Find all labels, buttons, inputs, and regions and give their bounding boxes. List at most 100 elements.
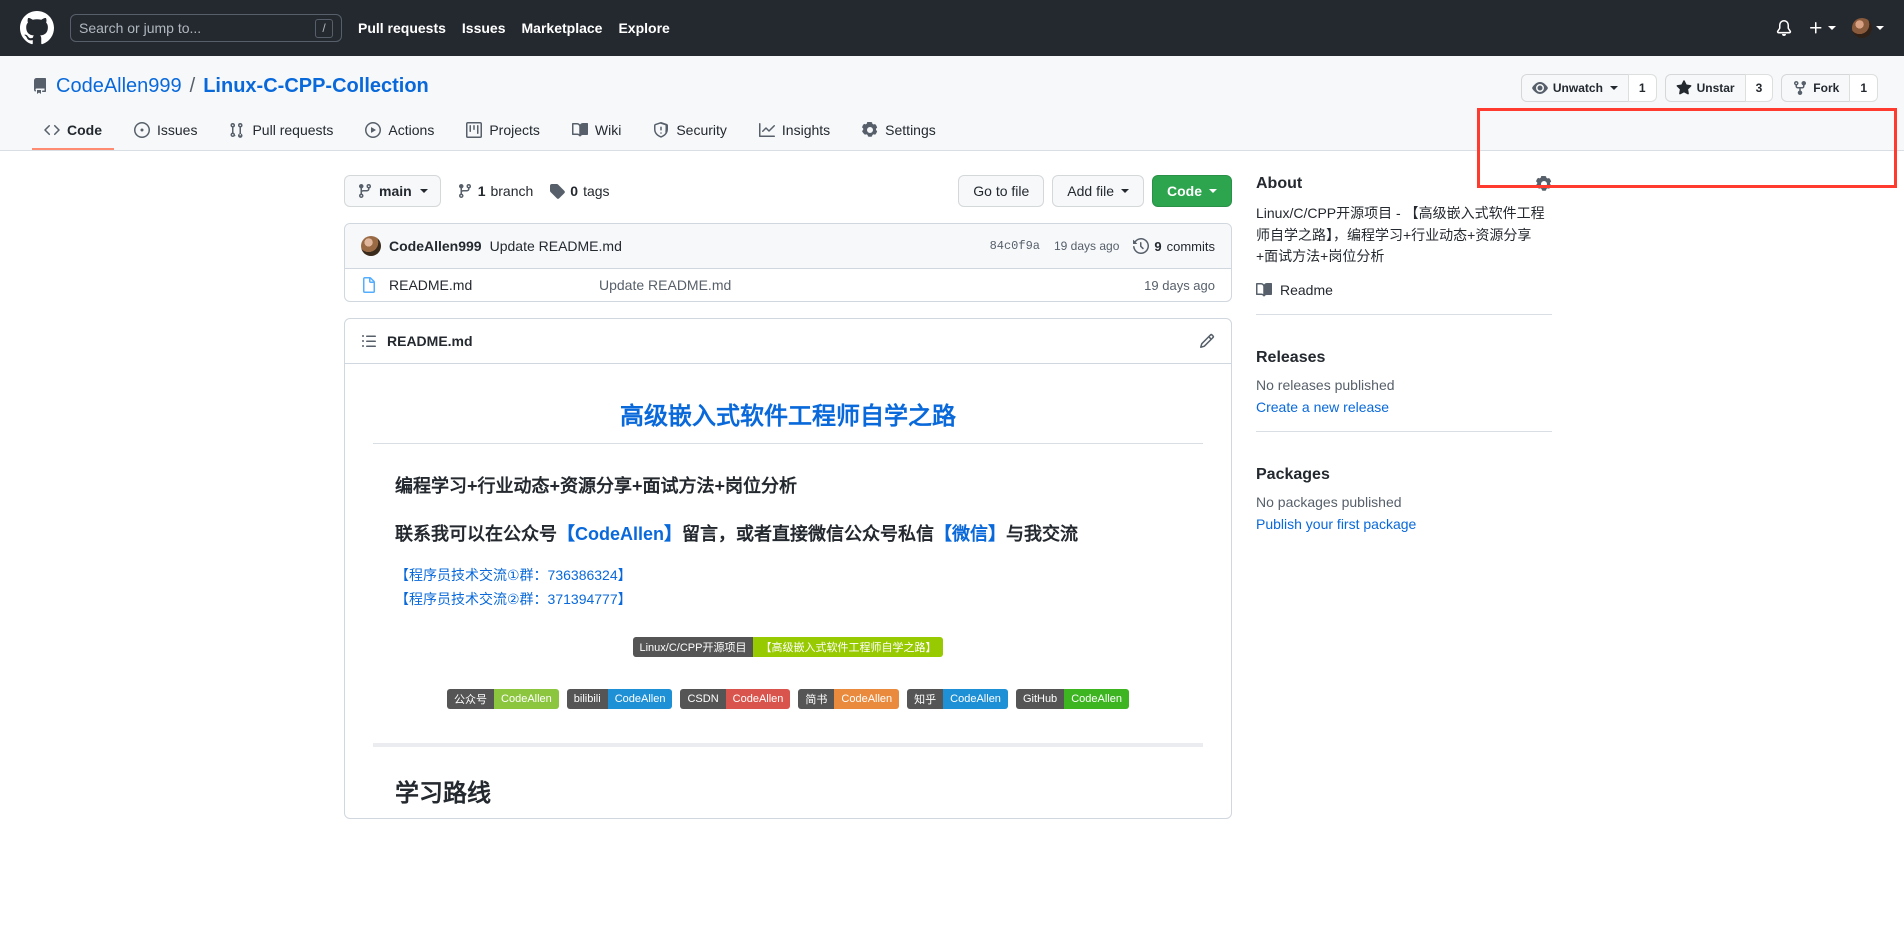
nav-explore[interactable]: Explore [618,20,669,36]
chevron-down-icon [1209,189,1217,193]
repo-owner-link[interactable]: CodeAllen999 [56,75,182,98]
unwatch-button[interactable]: Unwatch [1520,74,1628,102]
fork-button[interactable]: Fork [1781,74,1850,102]
branch-word: branch [490,183,534,199]
repo-name-link[interactable]: Linux-C-CPP-Collection [203,75,429,98]
repo-tabs: Code Issues Pull requests Actions Projec… [32,114,1872,150]
badge-value: CodeAllen [834,688,900,709]
tab-security[interactable]: Security [641,114,739,150]
git-pull-request-icon [230,123,243,138]
edit-repository-details-button[interactable] [1536,176,1552,192]
tab-insights[interactable]: Insights [747,114,842,150]
branch-count-link[interactable]: 1 branch [457,183,534,199]
branch-selector[interactable]: main [344,175,441,207]
tab-pull-requests[interactable]: Pull requests [217,114,345,150]
badge-github[interactable]: GitHub CodeAllen [1015,688,1129,709]
github-logo-icon[interactable] [20,11,54,45]
star-fill-icon [1676,80,1692,95]
eye-icon [1532,82,1548,94]
tab-projects-label: Projects [489,122,540,138]
badge-value: CodeAllen [607,688,673,709]
about-readme-link[interactable]: Readme [1256,282,1552,298]
tab-insights-label: Insights [781,122,831,138]
contact-link-wechat[interactable]: 【微信】 [934,524,1006,544]
unstar-label: Unstar [1696,81,1735,95]
project-badge-row: Linux/C/CPP开源项目 【高级嵌入式软件工程师自学之路】 [373,636,1203,657]
table-row: README.md Update README.md 19 days ago [345,269,1231,301]
social-badge-row: 公众号 CodeAllen bilibili CodeAllen CSDN Co… [373,688,1203,709]
tab-settings[interactable]: Settings [850,114,948,150]
nav-pull-requests[interactable]: Pull requests [358,20,446,36]
nav-marketplace[interactable]: Marketplace [522,20,603,36]
issue-opened-icon [134,122,150,138]
book-icon [1256,283,1272,297]
commit-hash[interactable]: 84c0f9a [990,239,1040,253]
tab-wiki[interactable]: Wiki [560,114,633,150]
sidebar: About Linux/C/CPP开源项目 - 【高级嵌入式软件工程师自学之路】… [1256,175,1552,550]
badge-value: CodeAllen [725,688,791,709]
user-menu[interactable] [1852,18,1884,38]
notifications-bell-icon[interactable] [1776,20,1792,36]
chevron-down-icon [1828,26,1836,30]
project-badge-value: 【高级嵌入式软件工程师自学之路】 [753,636,944,657]
contact-part2: 留言，或者直接微信公众号私信 [682,524,935,544]
file-commit-message[interactable]: Update README.md [599,277,1144,293]
chevron-down-icon [419,189,428,193]
book-icon [571,122,588,137]
code-button[interactable]: Code [1152,175,1232,207]
badge-zhihu[interactable]: 知乎 CodeAllen [907,688,1008,709]
about-title: About [1256,175,1303,192]
create-new-menu[interactable] [1808,20,1836,36]
qq-group-1[interactable]: 【程序员技术交流①群：736386324】 [395,564,1203,586]
star-count[interactable]: 3 [1744,74,1774,102]
contact-link-codeallen[interactable]: 【CodeAllen】 [557,524,682,544]
edit-readme-button[interactable] [1199,333,1215,349]
badge-csdn[interactable]: CSDN CodeAllen [680,688,791,709]
code-button-label: Code [1167,183,1202,199]
badge-bilibili[interactable]: bilibili CodeAllen [566,688,673,709]
commit-message[interactable]: Update README.md [490,238,622,254]
tab-code[interactable]: Code [32,114,114,150]
badge-value: CodeAllen [1064,688,1129,709]
commits-count-link[interactable]: 9 commits [1133,238,1215,254]
readme-box: README.md 高级嵌入式软件工程师自学之路 编程学习+行业动态+资源分享+… [344,318,1232,819]
add-file-button[interactable]: Add file [1052,175,1144,207]
watch-count[interactable]: 1 [1627,74,1657,102]
packages-empty-text: No packages published [1256,494,1402,511]
search-input[interactable]: Search or jump to... / [70,14,342,42]
qq-group-2[interactable]: 【程序员技术交流②群：371394777】 [395,588,1203,610]
avatar [1852,18,1872,38]
file-icon [363,277,375,293]
tab-issues[interactable]: Issues [122,114,209,150]
tab-actions[interactable]: Actions [353,114,446,150]
file-name-link[interactable]: README.md [389,277,599,293]
create-release-link[interactable]: Create a new release [1256,399,1389,415]
project-badge[interactable]: Linux/C/CPP开源项目 【高级嵌入式软件工程师自学之路】 [632,636,944,657]
commit-author-avatar[interactable] [361,236,381,256]
about-header: About [1256,175,1552,193]
badge-gongzhonghao[interactable]: 公众号 CodeAllen [447,688,559,709]
go-to-file-button[interactable]: Go to file [958,175,1045,207]
repo-separator: / [189,74,196,97]
unstar-button[interactable]: Unstar [1664,74,1745,102]
branch-count: 1 [477,183,486,199]
tab-projects[interactable]: Projects [454,114,552,150]
commit-meta: 84c0f9a 19 days ago 9 commits [990,238,1215,254]
commit-time: 19 days ago [1053,239,1120,253]
header-nav: Pull requests Issues Marketplace Explore [358,20,670,36]
nav-issues[interactable]: Issues [462,20,506,36]
fork-button-group: Fork 1 [1781,74,1878,102]
badge-value: CodeAllen [494,688,559,709]
project-board-icon [466,122,483,138]
add-file-label: Add file [1067,183,1114,199]
fork-count[interactable]: 1 [1849,74,1878,102]
tag-icon [550,184,566,199]
tab-wiki-label: Wiki [594,122,622,138]
publish-package-link[interactable]: Publish your first package [1256,516,1416,532]
tag-count-link[interactable]: 0 tags [549,183,610,199]
commit-author-name[interactable]: CodeAllen999 [389,238,482,254]
badge-label: CSDN [680,688,726,709]
badge-jianshu[interactable]: 简书 CodeAllen [798,688,900,709]
slash-shortcut-key: / [315,18,333,38]
releases-empty-text: No releases published [1256,377,1395,394]
